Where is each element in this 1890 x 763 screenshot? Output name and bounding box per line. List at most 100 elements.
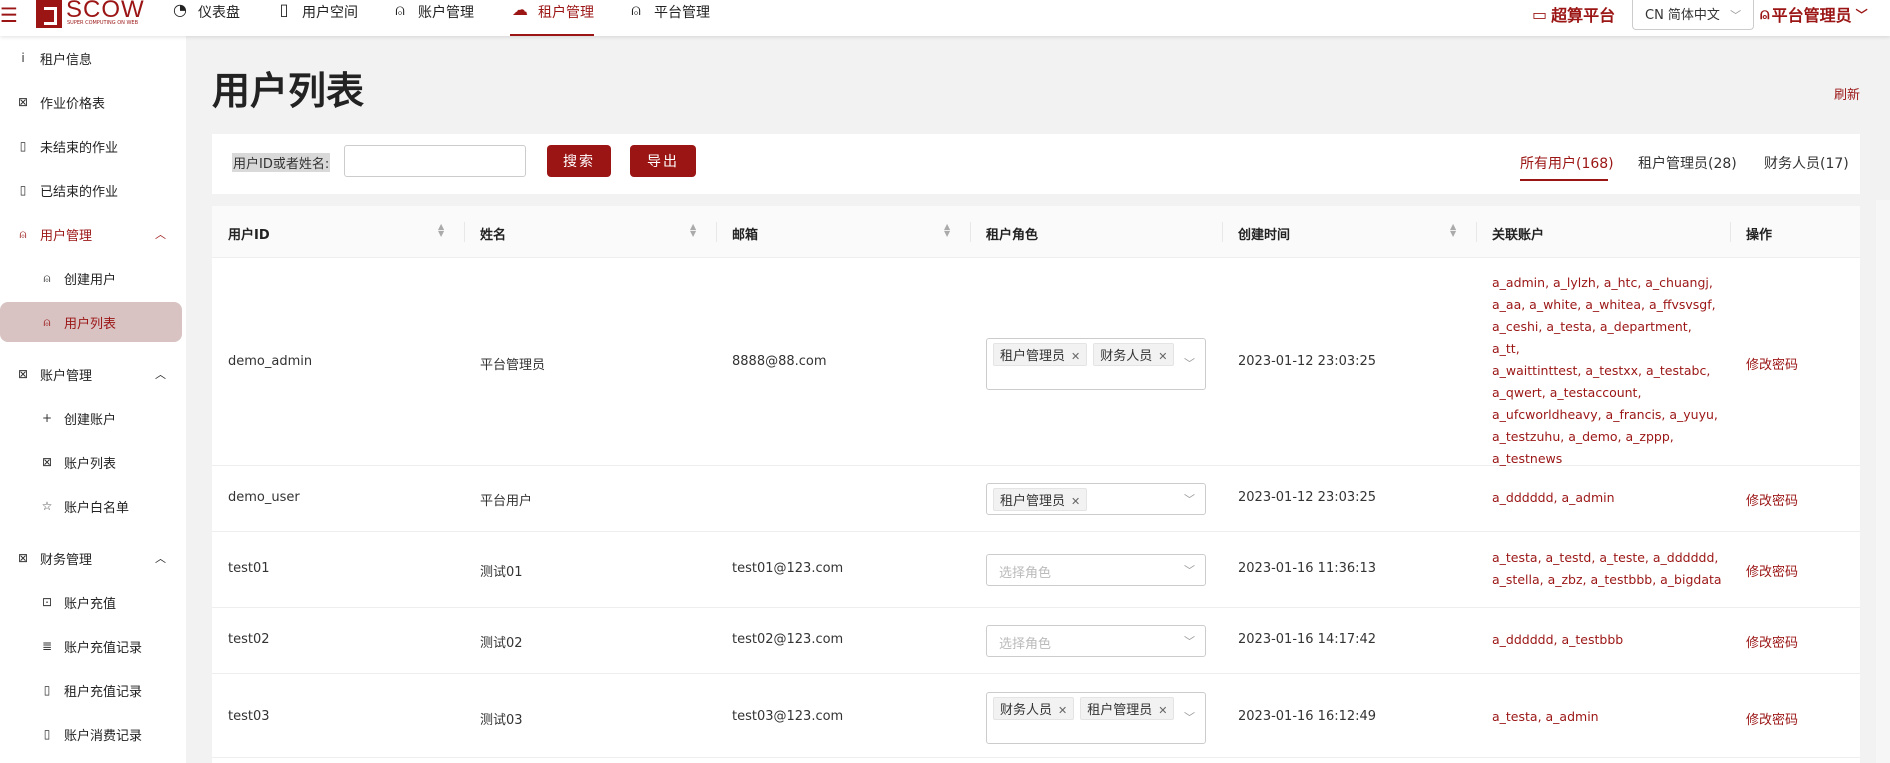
nav-user-space[interactable]: ▯ 用户空间: [274, 0, 358, 36]
table-row: demo_admin 平台管理员 8888@88.com 租户管理员 ✕ 财务人员 ✕…: [212, 258, 1860, 466]
linked-accounts-line[interactable]: a_stella, a_zbz, a_testbbb, a_bigdata: [1492, 569, 1722, 591]
sort-icon[interactable]: ▲ ▼: [690, 223, 696, 238]
role-select[interactable]: 选择角色 ﹀: [986, 625, 1206, 657]
chevron-up-icon: ︿: [155, 228, 166, 241]
sidebar-item-tenant-recharge-records[interactable]: ▯ 租户充值记录: [0, 670, 186, 710]
linked-accounts-line[interactable]: a_dddddd, a_testbbb: [1492, 629, 1722, 651]
sidebar-item-running-jobs[interactable]: ▯ 未结束的作业: [0, 126, 186, 166]
linked-accounts-cell[interactable]: a_testa, a_testd, a_teste, a_dddddd, a_s…: [1492, 547, 1722, 591]
role-tag: 租户管理员 ✕: [993, 343, 1088, 366]
change-password-link[interactable]: 修改密码: [1746, 490, 1798, 509]
top-navbar: ☰ SCOW SUPER COMPUTING ON WEB ◔ 仪表盘 ▯ 用户…: [0, 0, 1890, 36]
user-icon: ⍝: [1760, 4, 1770, 23]
linked-accounts-line[interactable]: a_testzuhu, a_demo, a_zppp,: [1492, 426, 1722, 448]
close-icon[interactable]: ✕: [1071, 350, 1080, 363]
column-header-created-time[interactable]: 创建时间: [1238, 224, 1290, 243]
nav-label: 账户管理: [418, 5, 474, 21]
linked-accounts-line[interactable]: a_ufcworldheavy, a_francis, a_yuyu,: [1492, 404, 1722, 426]
user-menu[interactable]: ⍝ 平台管理员 ﹀: [1760, 0, 1868, 28]
close-icon[interactable]: ✕: [1058, 704, 1067, 717]
nav-platform-management[interactable]: ⍝ 平台管理: [626, 0, 710, 36]
sidebar-item-create-account[interactable]: + 创建账户: [0, 398, 186, 438]
linked-accounts-cell[interactable]: a_testa, a_admin: [1492, 706, 1722, 728]
change-password-link[interactable]: 修改密码: [1746, 354, 1798, 373]
linked-accounts-cell[interactable]: a_dddddd, a_testbbb: [1492, 629, 1722, 651]
sidebar-item-label: 租户充值记录: [64, 684, 143, 700]
email-cell: 8888@88.com: [732, 354, 827, 369]
sort-icon[interactable]: ▲ ▼: [438, 223, 444, 238]
linked-accounts-line[interactable]: a_testa, a_admin: [1492, 706, 1722, 728]
linked-accounts-line[interactable]: a_aa, a_white, a_whitea, a_ffvsvsgf,: [1492, 294, 1722, 316]
search-input[interactable]: [344, 145, 526, 177]
column-header-user-id[interactable]: 用户ID: [228, 224, 270, 243]
role-placeholder: 选择角色: [999, 566, 1052, 581]
sidebar-item-account-list[interactable]: ⊠ 账户列表: [0, 442, 186, 482]
sidebar-item-account-recharge-records[interactable]: ≣ 账户充值记录: [0, 626, 186, 666]
sidebar-group-account-management[interactable]: ⊠ 账户管理 ︿: [0, 354, 186, 394]
user-id-cell: test03: [228, 709, 270, 724]
change-password-link[interactable]: 修改密码: [1746, 709, 1798, 728]
account-icon: ⊠: [17, 367, 29, 381]
tab-finance-staff[interactable]: 财务人员(17): [1764, 153, 1849, 173]
linked-accounts-line[interactable]: a_admin, a_lylzh, a_htc, a_chuangj,: [1492, 272, 1722, 294]
page-title: 用户列表: [212, 69, 365, 113]
linked-accounts-line[interactable]: a_ceshi, a_testa, a_department, a_tt,: [1492, 316, 1722, 360]
language-select[interactable]: CN 简体中文 ﹀: [1632, 0, 1754, 30]
platform-brand[interactable]: ▭ 超算平台: [1532, 0, 1615, 28]
change-password-link[interactable]: 修改密码: [1746, 632, 1798, 651]
column-header-email[interactable]: 邮箱: [732, 224, 758, 243]
sidebar-item-job-price[interactable]: ⊠ 作业价格表: [0, 82, 186, 122]
sidebar-item-user-list[interactable]: ⍝ 用户列表: [0, 302, 182, 342]
tab-all-users[interactable]: 所有用户(168): [1520, 153, 1614, 173]
sidebar-item-account-consumption-records[interactable]: ▯ 账户消费记录: [0, 714, 186, 754]
nav-dashboard[interactable]: ◔ 仪表盘: [170, 0, 240, 36]
user-id-cell: demo_admin: [228, 354, 313, 369]
sidebar-item-label: 账户列表: [64, 456, 117, 472]
sort-icon[interactable]: ▲ ▼: [1450, 223, 1456, 238]
sidebar-item-account-whitelist[interactable]: ☆ 账户白名单: [0, 486, 186, 526]
chevron-down-icon: ﹀: [1730, 9, 1742, 22]
nav-tenant-management[interactable]: ☁ 租户管理: [510, 0, 594, 36]
name-cell: 平台用户: [480, 494, 533, 509]
linked-accounts-line[interactable]: a_dddddd, a_admin: [1492, 487, 1722, 509]
linked-accounts-line[interactable]: a_waittinttest, a_testxx, a_testabc,: [1492, 360, 1722, 382]
role-select[interactable]: 租户管理员 ✕ ﹀: [986, 483, 1206, 515]
sidebar-item-create-user[interactable]: ⍝ 创建用户: [0, 258, 186, 298]
close-icon[interactable]: ✕: [1158, 704, 1167, 717]
logo[interactable]: SCOW SUPER COMPUTING ON WEB: [36, 0, 144, 28]
user-icon: ⍝: [43, 314, 51, 329]
close-icon[interactable]: ✕: [1071, 495, 1080, 508]
refresh-link[interactable]: 刷新: [1834, 84, 1860, 103]
role-select[interactable]: 租户管理员 ✕ 财务人员 ✕ ﹀: [986, 338, 1206, 390]
table-row: demo_user 平台用户 租户管理员 ✕ ﹀ 2023-01-12 23:03…: [212, 466, 1860, 532]
linked-accounts-line[interactable]: a_testa, a_testd, a_teste, a_dddddd,: [1492, 547, 1722, 569]
sidebar-item-tenant-info[interactable]: i 租户信息: [0, 38, 186, 78]
hamburger-icon[interactable]: ☰: [0, 4, 20, 26]
export-button[interactable]: 导出: [630, 145, 696, 177]
linked-accounts-cell[interactable]: a_admin, a_lylzh, a_htc, a_chuangj, a_aa…: [1492, 272, 1722, 470]
chevron-down-icon: ﹀: [1184, 564, 1195, 577]
sidebar-item-account-recharge[interactable]: ⊡ 账户充值: [0, 582, 186, 622]
info-icon: i: [21, 51, 25, 65]
created-time-cell: 2023-01-16 14:17:42: [1238, 632, 1377, 647]
role-select[interactable]: 财务人员 ✕ 租户管理员 ✕ ﹀: [986, 692, 1206, 744]
change-password-link[interactable]: 修改密码: [1746, 561, 1798, 580]
sidebar-group-finance-management[interactable]: ⊠ 财务管理 ︿: [0, 538, 186, 578]
tab-tenant-admins[interactable]: 租户管理员(28): [1638, 153, 1737, 173]
linked-accounts-line[interactable]: a_qwert, a_testaccount,: [1492, 382, 1722, 404]
nav-account-management[interactable]: ⍝ 账户管理: [390, 0, 474, 36]
sort-icon[interactable]: ▲ ▼: [944, 223, 950, 238]
sidebar-item-finished-jobs[interactable]: ▯ 已结束的作业: [0, 170, 186, 210]
created-time-cell: 2023-01-12 23:03:25: [1238, 490, 1377, 505]
role-tag: 财务人员 ✕: [993, 697, 1075, 720]
role-tag: 租户管理员 ✕: [993, 488, 1088, 511]
role-select[interactable]: 选择角色 ﹀: [986, 554, 1206, 586]
sidebar-group-user-management[interactable]: ⍝ 用户管理 ︿: [0, 214, 186, 254]
page-scrollbar[interactable]: [1876, 200, 1890, 763]
close-icon[interactable]: ✕: [1158, 350, 1167, 363]
search-button[interactable]: 搜索: [547, 145, 611, 177]
linked-accounts-cell[interactable]: a_dddddd, a_admin: [1492, 487, 1722, 509]
sidebar-item-label: 作业价格表: [40, 96, 106, 112]
name-cell: 平台管理员: [480, 358, 546, 373]
column-header-name[interactable]: 姓名: [480, 224, 506, 243]
